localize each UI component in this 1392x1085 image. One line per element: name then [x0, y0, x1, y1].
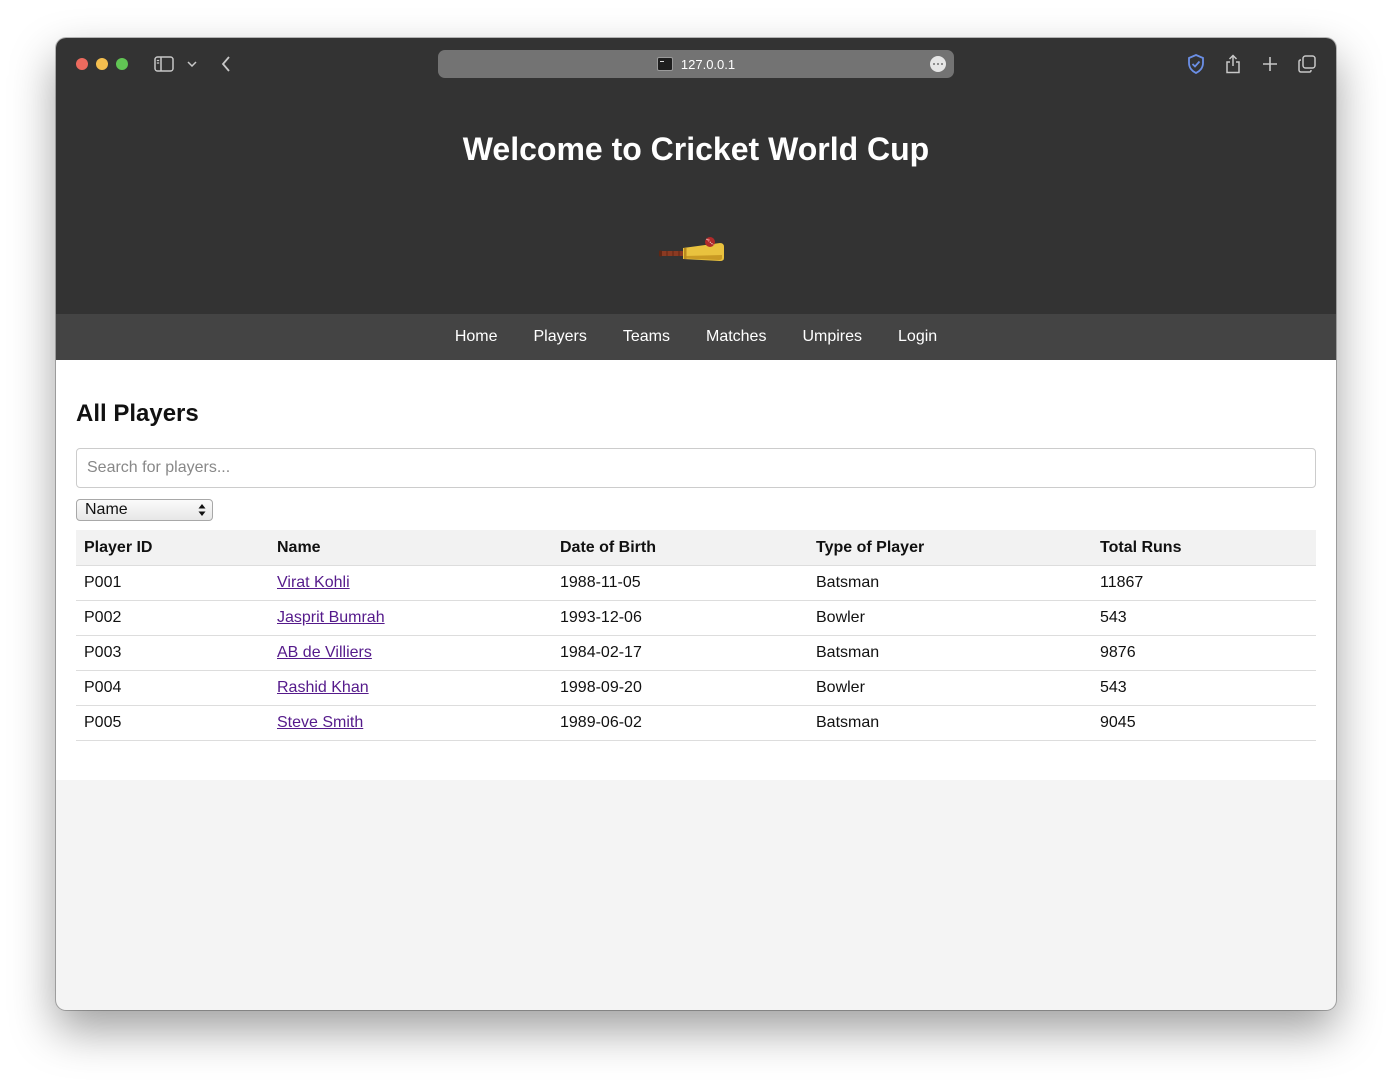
cell-runs: 11867	[1092, 565, 1316, 601]
player-link[interactable]: AB de Villiers	[277, 644, 372, 661]
zoom-window-button[interactable]	[116, 58, 128, 70]
table-row: P002 Jasprit Bumrah 1993-12-06 Bowler 54…	[76, 600, 1316, 636]
chevron-down-icon[interactable]	[180, 52, 204, 76]
cell-name: AB de Villiers	[269, 635, 552, 671]
nav-umpires[interactable]: Umpires	[802, 328, 862, 346]
cell-runs: 9876	[1092, 635, 1316, 671]
column-header-date-of-birth: Date of Birth	[552, 530, 808, 566]
browser-window: 127.0.0.1 Welcome to Cricket World Cup H…	[56, 38, 1336, 1010]
site-header: Welcome to Cricket World Cup	[56, 90, 1336, 314]
player-link[interactable]: Jasprit Bumrah	[277, 609, 385, 626]
cell-player-id: P005	[76, 705, 269, 741]
nav-login[interactable]: Login	[898, 328, 937, 346]
back-icon[interactable]	[214, 52, 238, 76]
cell-type: Batsman	[808, 565, 1092, 601]
cell-name: Rashid Khan	[269, 670, 552, 706]
table-row: P004 Rashid Khan 1998-09-20 Bowler 543	[76, 670, 1316, 706]
players-table: Player ID Name Date of Birth Type of Pla…	[76, 530, 1316, 741]
sidebar-icon[interactable]	[152, 52, 176, 76]
plus-icon[interactable]	[1258, 52, 1282, 76]
main-content: All Players Name Player ID Name Da	[56, 360, 1336, 780]
table-row: P005 Steve Smith 1989-06-02 Batsman 9045	[76, 705, 1316, 741]
cricket-bat-ball-icon	[659, 237, 724, 261]
column-header-player-id: Player ID	[76, 530, 269, 566]
address-bar[interactable]: 127.0.0.1	[438, 50, 954, 78]
column-header-name: Name	[269, 530, 552, 566]
cell-type: Bowler	[808, 600, 1092, 636]
cell-runs: 543	[1092, 670, 1316, 706]
tabs-icon[interactable]	[1295, 52, 1319, 76]
share-icon[interactable]	[1221, 52, 1245, 76]
cell-type: Batsman	[808, 705, 1092, 741]
browser-toolbar: 127.0.0.1	[56, 38, 1336, 90]
page-title: All Players	[76, 400, 199, 427]
cell-dob: 1993-12-06	[552, 600, 808, 636]
cell-player-id: P003	[76, 635, 269, 671]
cell-runs: 9045	[1092, 705, 1316, 741]
select-arrows-icon	[198, 504, 206, 516]
cell-player-id: P002	[76, 600, 269, 636]
sort-select-value: Name	[85, 501, 128, 518]
column-header-total-runs: Total Runs	[1092, 530, 1316, 566]
cell-dob: 1998-09-20	[552, 670, 808, 706]
table-row: P003 AB de Villiers 1984-02-17 Batsman 9…	[76, 635, 1316, 671]
search-input[interactable]	[76, 448, 1316, 488]
player-link[interactable]: Steve Smith	[277, 714, 363, 731]
close-window-button[interactable]	[76, 58, 88, 70]
cell-name: Jasprit Bumrah	[269, 600, 552, 636]
table-header-row: Player ID Name Date of Birth Type of Pla…	[76, 530, 1316, 566]
table-row: P001 Virat Kohli 1988-11-05 Batsman 1186…	[76, 565, 1316, 601]
address-text: 127.0.0.1	[680, 56, 736, 72]
nav-players[interactable]: Players	[534, 328, 587, 346]
shield-icon[interactable]	[1184, 52, 1208, 76]
cell-runs: 543	[1092, 600, 1316, 636]
cell-player-id: P004	[76, 670, 269, 706]
cell-type: Bowler	[808, 670, 1092, 706]
cell-dob: 1984-02-17	[552, 635, 808, 671]
site-title: Welcome to Cricket World Cup	[462, 131, 930, 167]
cell-dob: 1988-11-05	[552, 565, 808, 601]
player-link[interactable]: Virat Kohli	[277, 574, 350, 591]
cell-name: Steve Smith	[269, 705, 552, 741]
main-nav: Home Players Teams Matches Umpires Login	[56, 314, 1336, 360]
nav-teams[interactable]: Teams	[623, 328, 670, 346]
cell-dob: 1989-06-02	[552, 705, 808, 741]
cell-type: Batsman	[808, 635, 1092, 671]
nav-matches[interactable]: Matches	[706, 328, 766, 346]
terminal-icon	[656, 57, 673, 71]
minimize-window-button[interactable]	[96, 58, 108, 70]
cell-player-id: P001	[76, 565, 269, 601]
sort-select[interactable]: Name	[76, 499, 213, 521]
more-icon[interactable]	[930, 56, 946, 72]
player-link[interactable]: Rashid Khan	[277, 679, 369, 696]
nav-home[interactable]: Home	[455, 328, 498, 346]
cell-name: Virat Kohli	[269, 565, 552, 601]
column-header-type: Type of Player	[808, 530, 1092, 566]
